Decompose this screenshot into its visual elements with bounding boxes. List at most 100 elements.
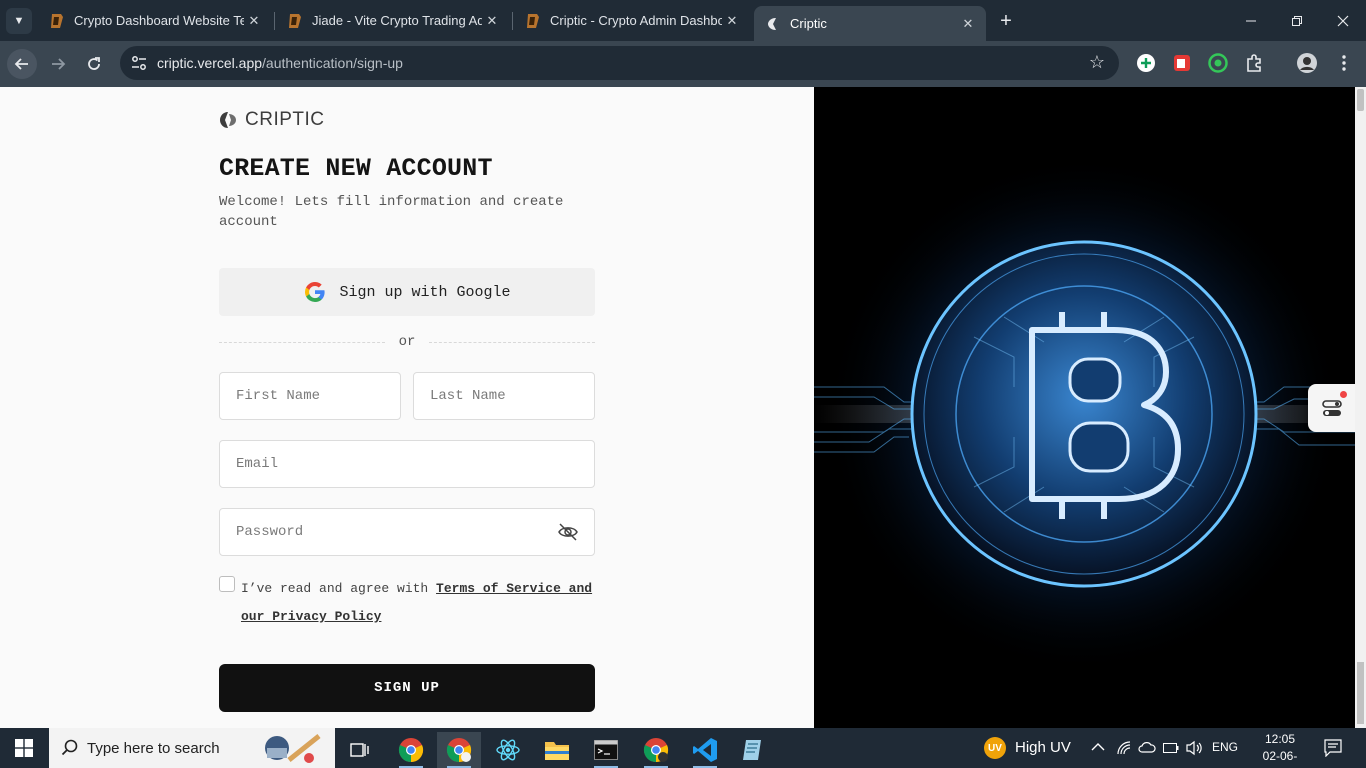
page-scrollbar[interactable] [1355, 87, 1366, 728]
tab-close-icon[interactable]: ✕ [722, 11, 742, 31]
language-indicator[interactable]: ENG [1212, 740, 1238, 754]
scrollbar-thumb[interactable] [1357, 662, 1364, 724]
google-signup-label: Sign up with Google [339, 283, 511, 301]
terminal-icon [594, 740, 618, 760]
google-icon [305, 282, 326, 303]
windows-taskbar: Type here to search UV High UV ENG 12:05… [0, 728, 1366, 768]
weather-text[interactable]: High UV [1015, 739, 1071, 756]
back-button[interactable] [7, 49, 37, 79]
taskbar-notes-app[interactable] [731, 732, 775, 768]
vscode-icon [693, 738, 717, 762]
taskbar-chrome[interactable] [389, 732, 433, 768]
task-view-icon [350, 743, 369, 757]
taskbar-file-explorer[interactable] [535, 732, 579, 768]
criptic-logo[interactable]: CRIPTIC [219, 109, 325, 130]
signup-panel [0, 87, 814, 728]
last-name-field[interactable] [413, 372, 595, 420]
cloud-sync-icon[interactable] [1138, 740, 1156, 756]
tab-title: Criptic - Crypto Admin Dashboa [550, 13, 722, 28]
reload-button[interactable] [79, 49, 109, 79]
restore-button[interactable] [1274, 0, 1320, 41]
browser-menu-icon[interactable] [1334, 53, 1354, 73]
divider-line [219, 341, 385, 343]
tab-crypto-dashboard[interactable]: Crypto Dashboard Website Tem ✕ [38, 6, 272, 35]
or-divider: or [219, 332, 595, 352]
hero-image [814, 87, 1355, 728]
chevron-up-icon[interactable] [1091, 742, 1105, 752]
windows-logo-icon [15, 739, 33, 757]
tab-jiade[interactable]: Jiade - Vite Crypto Trading Adm ✕ [276, 6, 510, 35]
battery-icon[interactable] [1163, 742, 1179, 754]
uv-weather-badge[interactable]: UV [984, 737, 1006, 759]
tab-search-button[interactable]: ▼ [6, 8, 32, 34]
tab-title: Crypto Dashboard Website Tem [74, 13, 244, 28]
tab-close-icon[interactable]: ✕ [482, 11, 502, 31]
volume-icon[interactable] [1186, 740, 1204, 756]
taskbar-chrome-profile[interactable] [437, 732, 481, 768]
bookmark-star-icon[interactable]: ☆ [1089, 52, 1105, 73]
email-field[interactable] [219, 440, 595, 488]
chrome-icon [446, 738, 472, 763]
task-view-button[interactable] [338, 732, 382, 768]
minimize-button[interactable] [1228, 0, 1274, 41]
toggle-settings-icon [1322, 400, 1342, 416]
notification-center-icon[interactable] [1324, 739, 1342, 757]
google-signup-button[interactable]: Sign up with Google [219, 268, 595, 316]
taskbar-react-app[interactable] [486, 732, 530, 768]
new-tab-button[interactable]: + [994, 9, 1018, 33]
logo-text: CRIPTIC [245, 109, 325, 130]
browser-toolbar: criptic.vercel.app/authentication/sign-u… [0, 41, 1366, 87]
clock-date: 02-06-2024 [1262, 749, 1298, 768]
terms-text: I’ve read and agree with Terms of Servic… [241, 575, 601, 631]
close-window-button[interactable] [1320, 0, 1366, 41]
hide-password-eye-icon[interactable] [557, 521, 579, 543]
terms-prefix: I’ve read and agree with [241, 581, 437, 596]
add-extension-icon[interactable] [1136, 53, 1156, 73]
pdf-extension-icon[interactable] [1172, 53, 1192, 73]
page-title: CREATE NEW ACCOUNT [219, 154, 493, 183]
scrollbar-arrow[interactable] [1357, 89, 1364, 111]
page-subtitle: Welcome! Lets fill information and creat… [219, 194, 564, 230]
folder-icon [545, 742, 569, 760]
url-text: criptic.vercel.app/authentication/sign-u… [157, 55, 403, 71]
address-bar[interactable]: criptic.vercel.app/authentication/sign-u… [120, 46, 1119, 80]
profile-avatar-icon[interactable] [1297, 53, 1317, 73]
tab-favicon-icon [289, 13, 301, 28]
extensions-puzzle-icon[interactable] [1244, 53, 1264, 73]
notification-dot [1340, 391, 1347, 398]
tab-separator [512, 12, 513, 30]
theme-settings-button[interactable] [1308, 384, 1356, 432]
taskbar-search[interactable]: Type here to search [49, 728, 335, 768]
tab-criptic-admin[interactable]: Criptic - Crypto Admin Dashboa ✕ [514, 6, 750, 35]
taskbar-clock[interactable]: 12:05 02-06-2024 [1250, 731, 1310, 768]
site-settings-icon[interactable] [130, 54, 148, 72]
reload-icon [88, 57, 100, 70]
tab-close-icon[interactable]: ✕ [958, 14, 978, 34]
tab-criptic-active[interactable]: Criptic ✕ [754, 6, 986, 41]
clock-time: 12:05 [1264, 732, 1296, 746]
taskbar-chrome-secondary[interactable] [634, 732, 678, 768]
chrome-icon [398, 738, 424, 763]
terms-checkbox[interactable] [219, 576, 235, 592]
chrome-icon [643, 738, 669, 763]
green-extension-icon[interactable] [1208, 53, 1228, 73]
forward-button[interactable] [43, 49, 73, 79]
network-icon[interactable] [1116, 740, 1132, 756]
close-icon [1337, 15, 1349, 26]
tab-favicon-icon [51, 13, 63, 28]
first-name-field[interactable] [219, 372, 401, 420]
start-button[interactable] [0, 728, 48, 768]
tab-favicon-icon [527, 13, 539, 28]
signup-button[interactable]: SIGN UP [219, 664, 595, 712]
restore-icon [1292, 15, 1302, 26]
password-field[interactable] [219, 508, 595, 556]
taskbar-vscode[interactable] [683, 732, 727, 768]
tab-close-icon[interactable]: ✕ [244, 11, 264, 31]
url-host: criptic.vercel.app [157, 55, 263, 71]
forward-arrow-icon [52, 58, 66, 70]
criptic-logo-icon [220, 112, 236, 128]
taskbar-search-text: Type here to search [87, 739, 220, 757]
notepad-icon [743, 740, 761, 760]
taskbar-terminal[interactable] [584, 732, 628, 768]
divider-line [429, 341, 595, 343]
